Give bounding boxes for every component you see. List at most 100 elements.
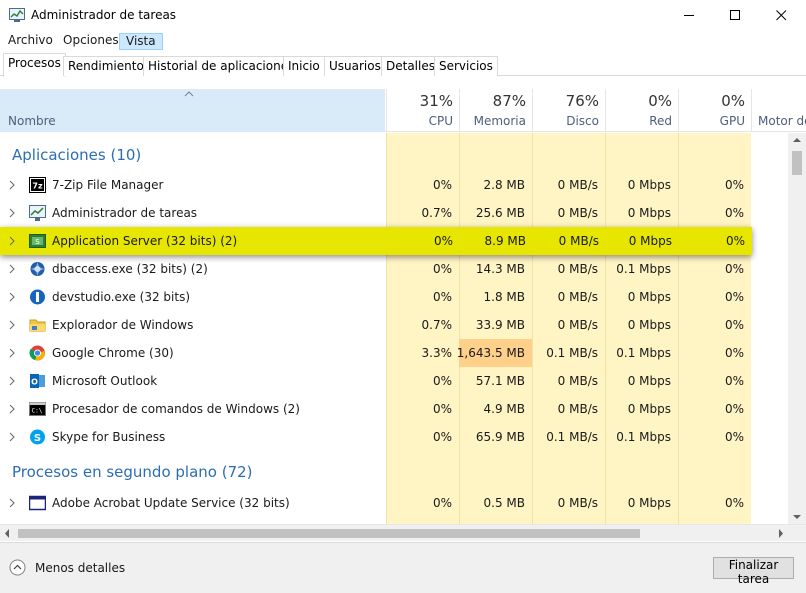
title-bar: Administrador de tareas bbox=[0, 0, 806, 31]
process-row[interactable]: dbaccess.exe (32 bits) (2) 0% 14.3 MB 0 … bbox=[0, 255, 788, 283]
tab-rendimiento[interactable]: Rendimiento bbox=[63, 56, 149, 76]
net-label: Red bbox=[649, 114, 672, 128]
header-gpu[interactable]: 0% GPU bbox=[678, 89, 751, 132]
disk-value: 0 MB/s bbox=[557, 206, 598, 220]
sort-up-icon bbox=[184, 91, 194, 97]
header-memory[interactable]: 87% Memoria bbox=[459, 89, 532, 132]
group-apps[interactable]: Aplicaciones (10) bbox=[12, 146, 141, 164]
memory-value: 14.3 MB bbox=[475, 262, 525, 276]
scroll-up-arrow-icon[interactable] bbox=[788, 133, 806, 147]
gpu-value: 0% bbox=[724, 402, 744, 416]
menu-vista[interactable]: Vista bbox=[119, 33, 163, 50]
menu-archivo[interactable]: Archivo bbox=[6, 33, 55, 50]
window-title: Administrador de tareas bbox=[31, 8, 177, 22]
process-row[interactable]: S Skype for Business 0% 65.9 MB 0.1 MB/s… bbox=[0, 423, 788, 451]
memory-value: 33.9 MB bbox=[475, 318, 525, 332]
chevron-right-icon[interactable] bbox=[9, 292, 16, 302]
chevron-right-icon[interactable] bbox=[9, 404, 16, 414]
group-background[interactable]: Procesos en segundo plano (72) bbox=[12, 463, 253, 481]
cpu-value: 3.3% bbox=[421, 346, 453, 360]
tab-servicios[interactable]: Servicios bbox=[434, 56, 498, 76]
disk-value: 0 MB/s bbox=[557, 402, 598, 416]
tab-inicio[interactable]: Inicio bbox=[283, 56, 325, 76]
cpu-label: CPU bbox=[428, 114, 453, 128]
scroll-down-arrow-icon[interactable] bbox=[788, 510, 806, 524]
7zip-icon: 7z bbox=[29, 177, 46, 193]
memory-value: 1.8 MB bbox=[483, 290, 525, 304]
chevron-right-icon[interactable] bbox=[9, 320, 16, 330]
disk-value: 0 MB/s bbox=[558, 234, 599, 248]
process-name: Administrador de tareas bbox=[52, 206, 198, 220]
cpu-value: 0.7% bbox=[421, 206, 453, 220]
tab-strip: Procesos Rendimiento Historial de aplica… bbox=[0, 52, 806, 77]
gpu-label: GPU bbox=[719, 114, 745, 128]
app-server-icon: S bbox=[29, 234, 46, 248]
process-row[interactable]: O Microsoft Outlook 0% 57.1 MB 0 MB/s 0 … bbox=[0, 367, 788, 395]
vertical-scroll-thumb[interactable] bbox=[792, 151, 802, 175]
process-name: 7-Zip File Manager bbox=[52, 178, 164, 192]
horizontal-scrollbar[interactable] bbox=[0, 524, 806, 541]
process-name: dbaccess.exe (32 bits) (2) bbox=[52, 262, 208, 276]
process-row[interactable]: 7z 7-Zip File Manager 0% 2.8 MB 0 MB/s 0… bbox=[0, 171, 788, 199]
svg-text:S: S bbox=[35, 238, 40, 246]
chevron-right-icon[interactable] bbox=[9, 376, 16, 386]
network-value: 0 Mbps bbox=[627, 318, 671, 332]
header-disk[interactable]: 76% Disco bbox=[532, 89, 605, 132]
gpu-value: 0% bbox=[724, 178, 744, 192]
disk-value: 0 MB/s bbox=[557, 178, 598, 192]
chevron-right-icon[interactable] bbox=[9, 180, 16, 190]
close-button[interactable] bbox=[759, 0, 805, 31]
menu-opciones[interactable]: Opciones bbox=[61, 33, 121, 50]
chevron-right-icon[interactable] bbox=[9, 432, 16, 442]
network-value: 0 Mbps bbox=[627, 290, 671, 304]
chevron-right-icon[interactable] bbox=[9, 348, 16, 358]
gpu-total-pct: 0% bbox=[721, 92, 745, 110]
chevron-right-icon[interactable] bbox=[9, 264, 16, 274]
disk-value: 0 MB/s bbox=[557, 290, 598, 304]
memory-value: 65.9 MB bbox=[475, 430, 525, 444]
end-task-button[interactable]: Finalizar tarea bbox=[713, 557, 794, 586]
tab-detalles[interactable]: Detalles bbox=[381, 56, 440, 76]
chevron-right-icon[interactable] bbox=[9, 498, 16, 508]
gpu-value: 0% bbox=[724, 318, 744, 332]
process-row[interactable]: Adobe Acrobat Update Service (32 bits) 0… bbox=[0, 489, 788, 517]
process-row[interactable]: Explorador de Windows 0.7% 33.9 MB 0 MB/… bbox=[0, 311, 788, 339]
process-row[interactable]: Administrador de tareas 0.7% 25.6 MB 0 M… bbox=[0, 199, 788, 227]
memory-value: 57.1 MB bbox=[475, 374, 525, 388]
process-row[interactable]: Google Chrome (30) 3.3% 1,643.5 MB 0.1 M… bbox=[0, 339, 788, 367]
net-total-pct: 0% bbox=[648, 92, 672, 110]
chevron-up-circle-icon[interactable] bbox=[9, 559, 26, 576]
header-name-label: Nombre bbox=[8, 114, 56, 128]
chevron-right-icon[interactable] bbox=[9, 236, 16, 246]
scroll-left-arrow-icon[interactable] bbox=[0, 525, 14, 542]
chevron-right-icon[interactable] bbox=[9, 208, 16, 218]
process-row[interactable]: devstudio.exe (32 bits) 0% 1.8 MB 0 MB/s… bbox=[0, 283, 788, 311]
tab-historial[interactable]: Historial de aplicaciones bbox=[143, 56, 300, 76]
header-network[interactable]: 0% Red bbox=[605, 89, 678, 132]
network-value: 0.1 Mbps bbox=[616, 262, 671, 276]
cpu-value: 0% bbox=[432, 374, 452, 388]
memory-value: 0.5 MB bbox=[483, 496, 525, 510]
vertical-scrollbar[interactable] bbox=[788, 133, 806, 524]
gpu-value: 0% bbox=[724, 290, 744, 304]
less-details-link[interactable]: Menos detalles bbox=[35, 561, 125, 575]
header-gpu-engine[interactable]: Motor de bbox=[751, 89, 806, 132]
header-cpu[interactable]: 31% CPU bbox=[386, 89, 459, 132]
gpu-value: 0% bbox=[724, 346, 744, 360]
network-value: 0 Mbps bbox=[627, 178, 671, 192]
gpu-value: 0% bbox=[724, 496, 744, 510]
process-name: Google Chrome (30) bbox=[52, 346, 174, 360]
horizontal-scroll-thumb[interactable] bbox=[18, 529, 640, 538]
maximize-button[interactable] bbox=[713, 0, 759, 31]
network-value: 0.1 Mbps bbox=[616, 346, 671, 360]
tab-procesos[interactable]: Procesos bbox=[3, 53, 66, 77]
header-name-column[interactable]: Nombre bbox=[0, 89, 385, 132]
process-row-selected[interactable]: S Application Server (32 bits) (2) 0% 8.… bbox=[0, 227, 752, 255]
process-row[interactable]: C:\ Procesador de comandos de Windows (2… bbox=[0, 395, 788, 423]
tab-usuarios[interactable]: Usuarios bbox=[324, 56, 386, 76]
disk-label: Disco bbox=[566, 114, 599, 128]
minimize-button[interactable] bbox=[667, 0, 713, 31]
disk-value: 0.1 MB/s bbox=[546, 430, 598, 444]
svg-text:C:\: C:\ bbox=[32, 408, 43, 415]
scroll-right-arrow-icon[interactable] bbox=[774, 525, 788, 542]
